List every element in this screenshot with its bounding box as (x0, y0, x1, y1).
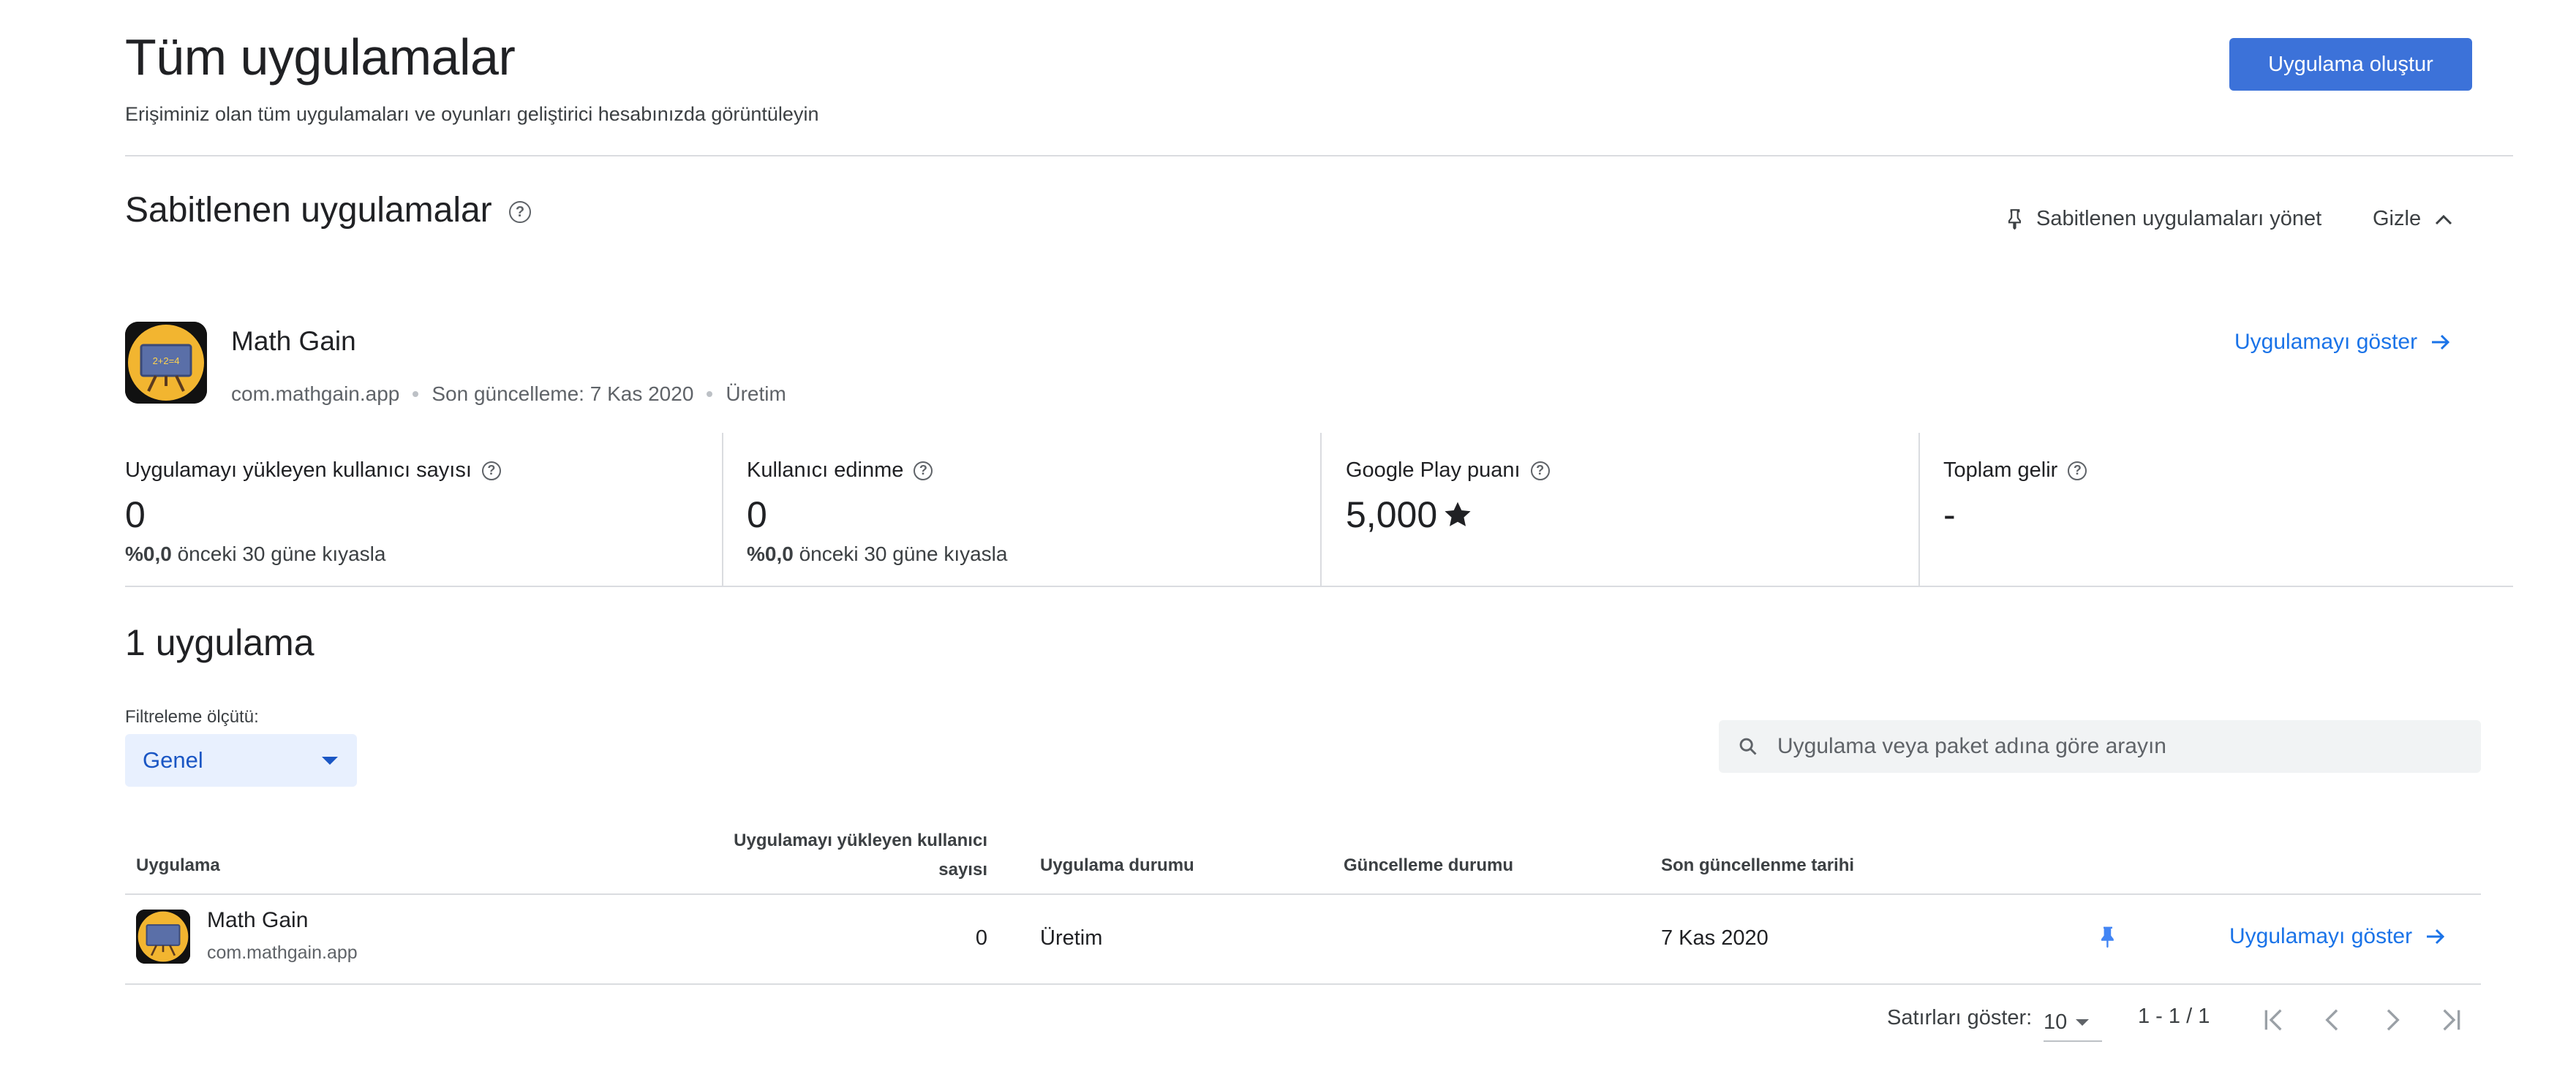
row-last-update: 7 Kas 2020 (1661, 926, 1769, 950)
arrow-right-icon (2432, 334, 2450, 350)
next-page-button[interactable] (2373, 1002, 2410, 1038)
separator-dot (413, 391, 419, 397)
arrow-right-icon (2427, 929, 2445, 945)
metric-label: Google Play puanı ? (1346, 458, 1916, 483)
manage-pinned-button[interactable]: Sabitlenen uygulamaları yönet (2006, 207, 2321, 231)
hide-label: Gizle (2373, 207, 2422, 230)
rows-per-page-value: 10 (2044, 1010, 2068, 1034)
pinned-app-status: Üretim (726, 382, 786, 405)
star-icon (1445, 502, 1471, 526)
metric-value: - (1943, 494, 1956, 535)
metric-label: Toplam gelir ? (1943, 458, 2499, 483)
row-installs: 0 (975, 926, 987, 950)
view-app-link[interactable]: Uygulamayı göster (2234, 330, 2451, 355)
column-header-installs[interactable]: Uygulamayı yükleyen kullanıcı sayısı (658, 826, 987, 885)
column-header-update-status[interactable]: Güncelleme durumu (1344, 855, 1513, 876)
row-app-package: com.mathgain.app (207, 942, 358, 963)
metric-value: 5,000 (1346, 493, 1916, 537)
metric-rating: Google Play puanı ? 5,000 (1346, 433, 1916, 586)
chevron-right-icon (2387, 1009, 2400, 1031)
metric-change-value: %0,0 (747, 543, 794, 565)
column-header-app[interactable]: Uygulama (136, 855, 220, 876)
table-row[interactable] (125, 895, 2481, 983)
search-input[interactable] (1776, 733, 2462, 760)
metric-label-text: Toplam gelir (1943, 458, 2058, 482)
pinned-app-meta: com.mathgain.app Son güncelleme: 7 Kas 2… (231, 382, 786, 406)
row-view-app-label: Uygulamayı göster (2229, 924, 2413, 948)
header-divider (125, 155, 2513, 156)
first-page-icon (2264, 1009, 2282, 1031)
metric-revenue: Toplam gelir ? - (1943, 433, 2499, 586)
row-app-icon (136, 910, 190, 964)
filter-label: Filtreleme ölçütü: (125, 707, 259, 727)
rows-per-page-select[interactable]: 10 (2044, 1004, 2102, 1042)
metric-value: 0 (747, 494, 767, 535)
metric-label-text: Uygulamayı yükleyen kullanıcı sayısı (125, 458, 472, 482)
pinned-title-text: Sabitlenen uygulamalar (125, 191, 492, 230)
metric-installs: Uygulamayı yükleyen kullanıcı sayısı ? 0… (125, 433, 710, 586)
row-app-name[interactable]: Math Gain (207, 908, 308, 933)
metric-change-suffix: önceki 30 güne kıyasla (177, 543, 386, 565)
last-page-icon (2443, 1009, 2460, 1031)
chevron-up-icon (2436, 214, 2452, 224)
metric-divider (722, 433, 723, 586)
metric-label-text: Kullanıcı edinme (747, 458, 904, 482)
pinned-app-name[interactable]: Math Gain (231, 326, 356, 357)
rows-per-page-label: Satırları göster: (1887, 1006, 2033, 1029)
icon-text: 2+2=4 (153, 355, 180, 366)
search-icon (1739, 738, 1757, 755)
pin-icon[interactable] (2097, 924, 2119, 950)
page-title: Tüm uygulamalar (125, 29, 516, 86)
help-icon[interactable]: ? (914, 461, 933, 480)
metric-label: Uygulamayı yükleyen kullanıcı sayısı ? (125, 458, 710, 483)
table-row-divider (125, 983, 2481, 985)
first-page-button[interactable] (2256, 1002, 2293, 1038)
app-icon: 2+2=4 (125, 322, 207, 404)
pinned-app-last-update: Son güncelleme: 7 Kas 2020 (432, 382, 694, 405)
create-app-button[interactable]: Uygulama oluştur (2229, 38, 2472, 91)
pinned-app-package: com.mathgain.app (231, 382, 400, 405)
metric-change: %0,0 önceki 30 güne kıyasla (747, 543, 1317, 566)
column-header-app-status[interactable]: Uygulama durumu (1040, 855, 1194, 876)
separator-dot (707, 391, 713, 397)
metric-divider (1918, 433, 1920, 586)
metric-change-value: %0,0 (125, 543, 172, 565)
dropdown-caret-icon (2076, 1018, 2090, 1026)
metric-acquisition: Kullanıcı edinme ? 0 %0,0 önceki 30 güne… (747, 433, 1317, 586)
row-app-status: Üretim (1040, 926, 1103, 950)
help-icon[interactable]: ? (481, 461, 501, 480)
metric-divider (1320, 433, 1322, 586)
view-app-label: Uygulamayı göster (2234, 330, 2418, 354)
chevron-left-icon (2325, 1009, 2338, 1031)
metric-value: 0 (125, 494, 146, 535)
help-icon[interactable]: ? (509, 201, 531, 224)
column-header-last-update[interactable]: Son güncellenme tarihi (1661, 855, 1854, 876)
metrics-divider (125, 586, 2513, 587)
manage-pinned-label: Sabitlenen uygulamaları yönet (2036, 207, 2322, 230)
filter-select[interactable]: Genel (125, 734, 357, 787)
metric-label-text: Google Play puanı (1346, 458, 1521, 482)
help-icon[interactable]: ? (2068, 461, 2087, 480)
row-view-app-link[interactable]: Uygulamayı göster (2229, 924, 2446, 949)
metric-change-suffix: önceki 30 güne kıyasla (799, 543, 1008, 565)
hide-button[interactable]: Gizle (2373, 207, 2453, 231)
column-header-installs-line1: Uygulamayı yükleyen kullanıcı (734, 831, 987, 850)
help-icon[interactable]: ? (1530, 461, 1550, 480)
metric-change: %0,0 önceki 30 güne kıyasla (125, 543, 710, 566)
page-subtitle: Erişiminiz olan tüm uygulamaları ve oyun… (125, 103, 819, 125)
app-count-title: 1 uygulama (125, 622, 315, 663)
previous-page-button[interactable] (2315, 1002, 2351, 1038)
rating-value: 5,000 (1346, 494, 1438, 535)
pin-outline-icon (2008, 208, 2021, 230)
column-header-installs-line2: sayısı (938, 860, 987, 880)
pagination-range: 1 - 1 / 1 (2138, 1005, 2210, 1028)
metric-label: Kullanıcı edinme ? (747, 458, 1317, 483)
pinned-section-title: Sabitlenen uygulamalar ? (125, 189, 531, 233)
dropdown-caret-icon (322, 756, 338, 765)
search-box[interactable] (1719, 720, 2481, 773)
filter-value: Genel (143, 747, 203, 773)
last-page-button[interactable] (2432, 1002, 2468, 1038)
